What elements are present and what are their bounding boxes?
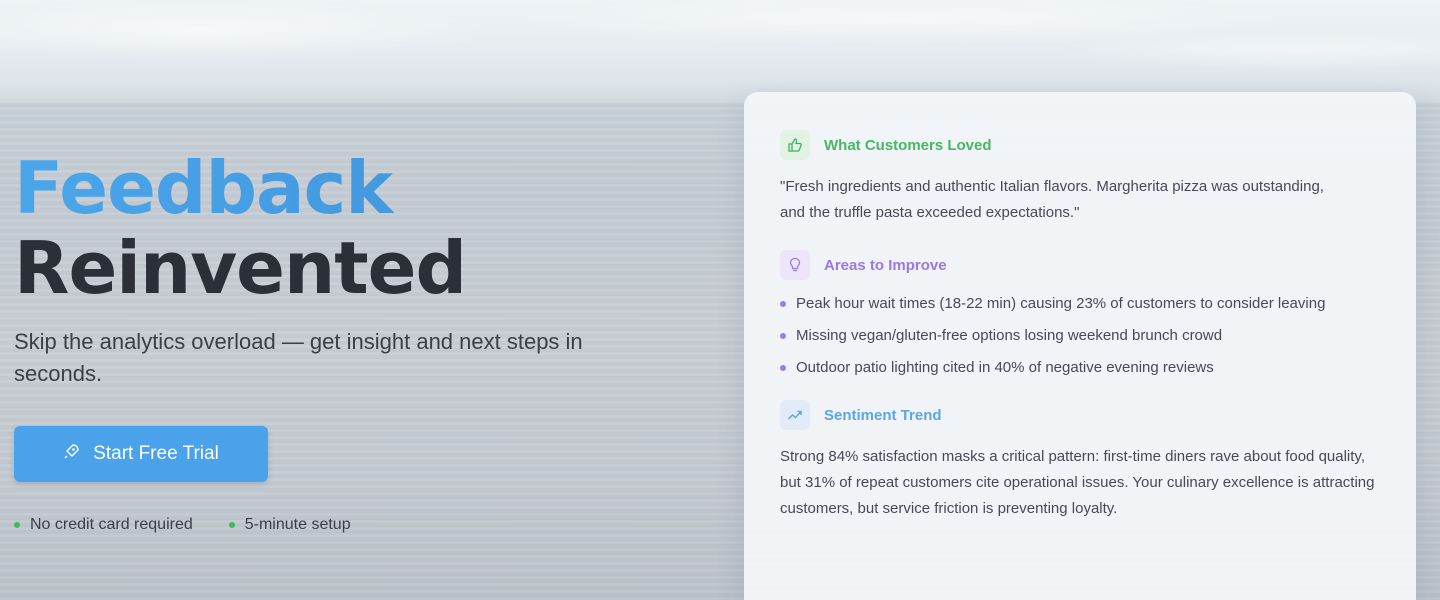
lightbulb-icon bbox=[780, 250, 810, 280]
list-item-text: Peak hour wait times (18-22 min) causing… bbox=[796, 295, 1326, 312]
loved-quote: "Fresh ingredients and authentic Italian… bbox=[780, 178, 1324, 221]
improve-section-header: Areas to Improve bbox=[780, 248, 1380, 282]
trust-item-setup: 5-minute setup bbox=[228, 516, 351, 534]
trend-chart-icon bbox=[780, 400, 810, 430]
list-item-text: Missing vegan/gluten-free options losing… bbox=[796, 327, 1223, 344]
trust-item-label: 5-minute setup bbox=[244, 516, 351, 533]
trust-item-label: No credit card required bbox=[30, 516, 193, 533]
trend-text: Strong 84% satisfaction masks a critical… bbox=[780, 448, 1375, 517]
improve-heading: Areas to Improve bbox=[824, 256, 947, 274]
background-sky bbox=[0, 0, 1440, 100]
loved-section-header: What Customers Loved bbox=[780, 128, 1380, 162]
list-item: Peak hour wait times (18-22 min) causing… bbox=[780, 292, 1380, 316]
bullet-icon bbox=[780, 365, 786, 371]
check-dot-icon bbox=[14, 522, 20, 528]
trend-section-header: Sentiment Trend bbox=[780, 398, 1380, 432]
thumbs-up-icon bbox=[780, 130, 810, 160]
trust-row: No credit card required 5-minute setup bbox=[14, 516, 694, 534]
insight-card: What Customers Loved "Fresh ingredients … bbox=[744, 92, 1416, 600]
list-item: Missing vegan/gluten-free options losing… bbox=[780, 324, 1380, 348]
loved-heading: What Customers Loved bbox=[824, 136, 992, 154]
start-free-trial-label: Start Free Trial bbox=[93, 443, 219, 464]
bullet-icon bbox=[780, 301, 786, 307]
hero-title-main: Reinvented bbox=[14, 226, 467, 310]
hero-section: Feedback Reinvented Skip the analytics o… bbox=[14, 148, 694, 534]
check-dot-icon bbox=[228, 522, 235, 528]
list-item-text: Outdoor patio lighting cited in 40% of n… bbox=[796, 359, 1214, 376]
hero-subtitle: Skip the analytics overload — get insigh… bbox=[14, 329, 583, 386]
list-item: Outdoor patio lighting cited in 40% of n… bbox=[780, 356, 1380, 380]
trend-heading: Sentiment Trend bbox=[824, 406, 942, 424]
start-free-trial-button[interactable]: Start Free Trial bbox=[14, 426, 268, 482]
hero-title-accent: Feedback bbox=[14, 148, 694, 228]
rocket-icon bbox=[63, 444, 79, 464]
bullet-icon bbox=[780, 333, 786, 339]
improve-list: Peak hour wait times (18-22 min) causing… bbox=[780, 292, 1380, 380]
trust-item-no-card: No credit card required bbox=[14, 516, 193, 534]
